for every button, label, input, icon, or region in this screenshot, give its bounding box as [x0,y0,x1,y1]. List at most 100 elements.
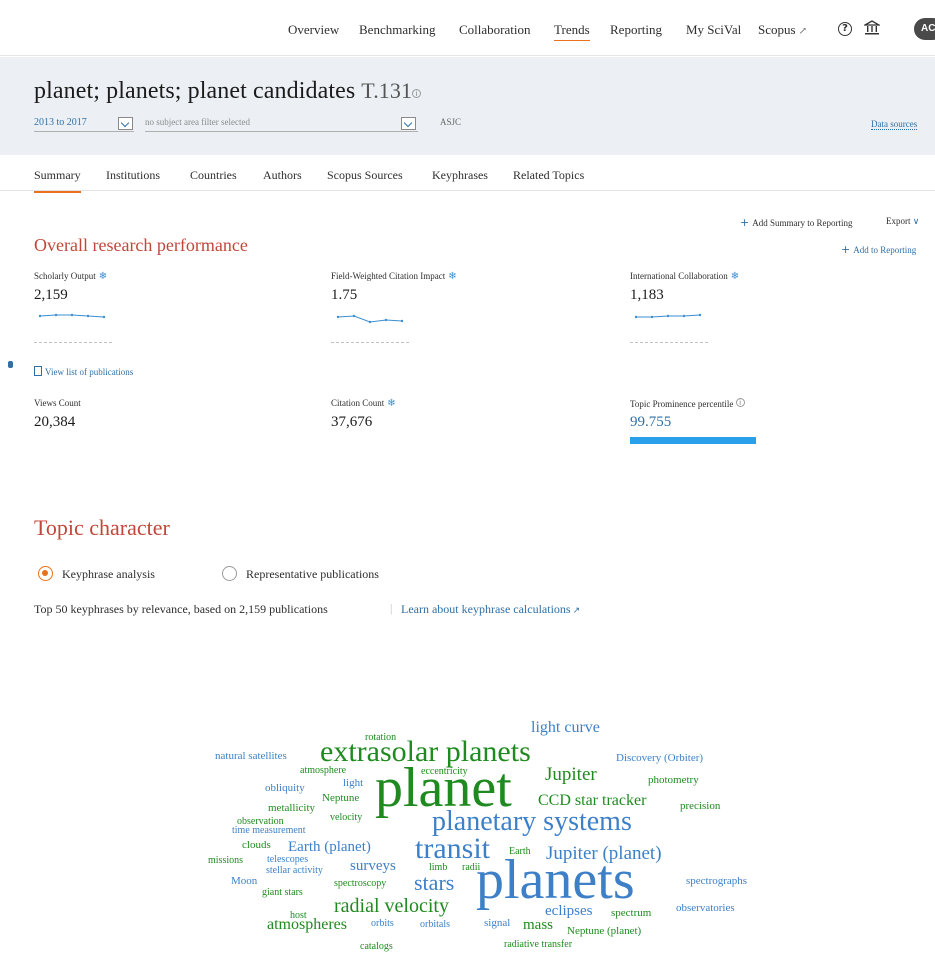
keyphrase-word[interactable]: Neptune [322,793,359,804]
snowball-icon: ❄ [448,271,457,282]
keyphrase-word[interactable]: precision [680,801,720,812]
keyphrase-word[interactable]: spectroscopy [334,879,386,889]
keyphrase-word[interactable]: Discovery (Orbiter) [616,753,703,764]
keyphrase-word[interactable]: Earth (planet) [288,840,371,855]
nav-my-scival[interactable]: My SciVal [686,22,741,38]
keyphrase-word[interactable]: stellar activity [266,866,323,876]
info-icon[interactable]: i [735,398,745,407]
subject-dropdown-chevron-icon[interactable] [401,117,416,130]
plus-icon: + [841,243,851,256]
keyphrase-word[interactable]: telescopes [267,855,308,865]
snowball-icon: ❄ [730,271,740,282]
keyphrase-analysis-radio[interactable] [38,566,53,581]
scholarly-output-sparkline [38,313,106,319]
nav-scopus-label: Scopus [758,22,796,37]
learn-keyphrase-link[interactable]: Learn about keyphrase calculations ↗ [401,602,580,617]
international-collaboration-value: 1,183 [630,287,664,303]
keyphrase-analysis-label[interactable]: Keyphrase analysis [62,567,155,582]
keyphrase-word[interactable]: signal [484,918,510,929]
tab-institutions[interactable]: Institutions [106,168,160,191]
chevron-down-icon: ∨ [912,217,920,227]
keyphrase-word[interactable]: spectrum [611,908,651,919]
help-icon[interactable]: ? [838,22,852,36]
divider [331,342,409,343]
keyphrase-word[interactable]: planets [476,852,635,908]
keyphrase-word[interactable]: missions [208,856,243,866]
keyphrase-word[interactable]: observatories [676,903,735,914]
performance-title: Overall research performance [34,235,248,255]
info-icon[interactable]: i [412,89,422,98]
nav-reporting[interactable]: Reporting [610,22,662,38]
export-label: Export [886,216,911,226]
keyphrase-word[interactable]: clouds [242,840,271,851]
topic-prominence-value: 99.755 [630,414,672,430]
tab-summary[interactable]: Summary [34,168,81,193]
year-dropdown-chevron-icon[interactable] [118,117,133,130]
keyphrase-word[interactable]: radiative transfer [504,940,572,950]
keyphrase-word[interactable]: giant stars [262,888,303,898]
nav-overview[interactable]: Overview [288,22,339,38]
views-count-label: Views Count [34,398,81,408]
keyphrase-word[interactable]: mass [523,918,553,933]
add-to-reporting-button[interactable]: + Add to Reporting [841,243,916,256]
keyphrase-word[interactable]: Moon [231,876,257,887]
tab-countries[interactable]: Countries [190,168,237,191]
keyphrase-word[interactable]: orbitals [420,920,450,930]
keyphrase-word[interactable]: light [343,778,363,789]
year-range-select[interactable]: 2013 to 2017 [34,117,87,128]
nav-collaboration[interactable]: Collaboration [459,22,531,38]
nav-benchmarking[interactable]: Benchmarking [359,22,436,38]
tab-keyphrases[interactable]: Keyphrases [432,168,488,191]
keyphrase-word[interactable]: atmosphere [300,766,346,776]
keyphrase-word[interactable]: velocity [330,813,362,823]
metric-label: Field-Weighted Citation Impact [331,271,446,281]
divider [145,131,418,132]
keyphrase-word[interactable]: Neptune (planet) [567,926,641,937]
topic-prominence-label: Topic Prominence percentile i [630,398,745,409]
keyphrase-word[interactable]: catalogs [360,942,393,952]
keyphrase-word[interactable]: light curve [531,720,600,736]
export-button[interactable]: Export ∨ [886,216,919,227]
prominence-bar-track [630,437,756,444]
tab-related-topics[interactable]: Related Topics [513,168,584,191]
keyphrase-word[interactable]: metallicity [268,803,315,814]
keyphrase-word[interactable]: orbits [371,919,394,929]
subject-filter-select[interactable]: no subject area filter selected [145,117,250,127]
keyphrase-word[interactable]: spectrographs [686,876,747,887]
data-sources-link[interactable]: Data sources [871,119,918,130]
representative-publications-label[interactable]: Representative publications [246,567,379,582]
topic-code: T.131 [361,78,413,103]
keyphrase-word[interactable]: photometry [648,775,699,786]
topic-header [0,57,935,155]
institution-icon[interactable] [864,20,880,36]
metric-label: Topic Prominence percentile [630,399,734,409]
citation-count-label: Citation Count ❄ [331,398,396,409]
separator: | [390,601,393,615]
add-summary-to-reporting-button[interactable]: + Add Summary to Reporting [740,216,852,229]
keyphrase-word[interactable]: atmospheres [267,917,347,933]
international-collaboration-label: International Collaboration ❄ [630,271,739,282]
keyphrase-word[interactable]: time measurement [232,826,306,836]
learn-keyphrase-label: Learn about keyphrase calculations [401,602,571,616]
page-title: planet; planets; planet candidates T.131 i [34,78,422,105]
keyphrase-word[interactable]: radial velocity [334,896,449,916]
keyphrase-note: Top 50 keyphrases by relevance, based on… [34,602,328,616]
tab-authors[interactable]: Authors [263,168,302,191]
add-summary-label: Add Summary to Reporting [752,218,853,228]
keyphrase-word[interactable]: stars [414,872,454,894]
nav-trends[interactable]: Trends [554,22,590,41]
keyphrase-word[interactable]: natural satellites [215,751,287,762]
snowball-icon: ❄ [98,271,108,282]
tab-scopus-sources[interactable]: Scopus Sources [327,168,403,191]
representative-publications-radio[interactable] [222,566,237,581]
external-link-icon: ↗ [572,606,581,616]
keyphrase-word[interactable]: Jupiter [545,765,597,784]
view-list-of-publications-link[interactable]: View list of publications [34,366,133,377]
nav-scopus[interactable]: Scopus ↗ [758,22,807,38]
user-avatar[interactable]: AC [914,18,935,40]
keyphrase-word[interactable]: surveys [350,859,396,874]
views-count-value: 20,384 [34,414,76,430]
external-link-icon: ↗ [798,26,807,37]
citation-count-value: 37,676 [331,414,373,430]
keyphrase-word[interactable]: obliquity [265,783,305,794]
